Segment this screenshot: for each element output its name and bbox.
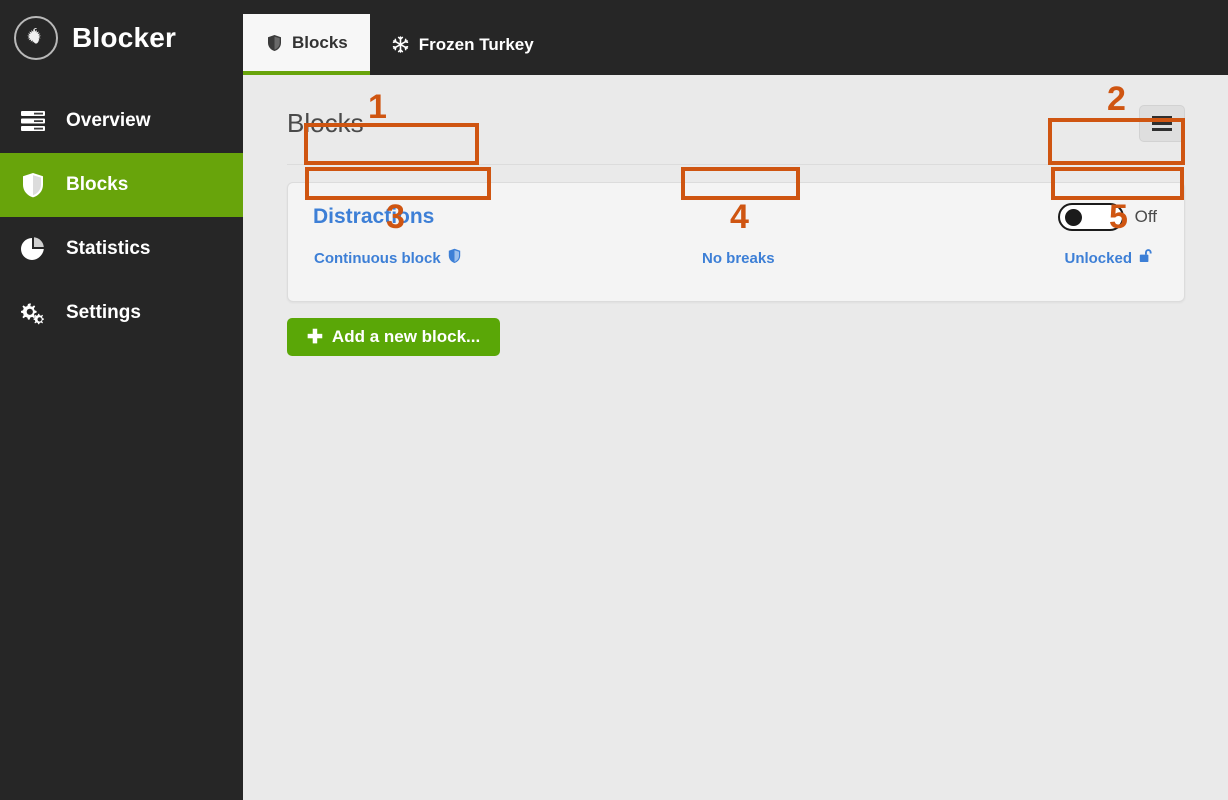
sidebar-item-label: Statistics [66, 238, 151, 259]
sidebar-item-overview[interactable]: Overview [0, 89, 243, 153]
brand-name: Blocker [72, 21, 177, 53]
block-name-link[interactable]: Distractions [313, 205, 434, 229]
add-block-button[interactable]: ✚ Add a new block... [287, 318, 501, 356]
breaks-link[interactable]: No breaks [702, 250, 775, 267]
sidebar-item-label: Settings [66, 302, 141, 323]
sidebar-item-blocks[interactable]: Blocks [0, 153, 243, 217]
brand: Blocker [0, 0, 243, 75]
list-lines-icon [18, 106, 48, 136]
lock-link[interactable]: Unlocked [1064, 248, 1156, 268]
block-card: Distractions Off Continuous block No bre… [287, 182, 1185, 302]
hamburger-icon[interactable] [1139, 105, 1185, 142]
tab-label: Blocks [292, 32, 348, 52]
pie-chart-icon [18, 234, 48, 264]
shield-icon [265, 33, 283, 53]
sidebar-nav: Overview Blocks Statistics Settings [0, 89, 243, 345]
block-card-bottom-row: Continuous block No breaks Unlocked [288, 241, 1184, 275]
lock-label: Unlocked [1064, 249, 1132, 267]
sidebar-item-label: Overview [66, 110, 151, 131]
page-header: Blocks [287, 105, 1185, 165]
tab-label: Frozen Turkey [418, 34, 534, 54]
tab-bar: Blocks Frozen Turkey [243, 0, 1228, 75]
main-area: Blocks Frozen Turkey Blocks Distractions… [243, 0, 1228, 800]
snowflake-icon [392, 35, 410, 55]
add-block-label: Add a new block... [331, 327, 481, 346]
blocker-app-window: Blocker Overview Blocks Statistics Setti… [0, 0, 1228, 800]
hamburger-bars [1152, 116, 1172, 131]
turkey-emblem-icon [14, 15, 58, 60]
sidebar: Blocker Overview Blocks Statistics Setti… [0, 0, 243, 800]
schedule-label: Continuous block [314, 249, 441, 267]
sidebar-item-label: Blocks [66, 174, 129, 195]
sidebar-item-statistics[interactable]: Statistics [0, 217, 243, 281]
tab-frozen-turkey[interactable]: Frozen Turkey [370, 14, 556, 75]
schedule-link[interactable]: Continuous block [314, 248, 461, 268]
tab-blocks[interactable]: Blocks [243, 14, 370, 75]
shield-icon [18, 170, 48, 200]
toggle-state-label: Off [1134, 207, 1157, 226]
block-card-top-row: Distractions Off [288, 199, 1184, 235]
block-enable-toggle-group: Off [1057, 203, 1157, 231]
unlock-icon [1139, 248, 1156, 268]
gears-icon [18, 298, 48, 328]
content-panel: Blocks Distractions Off Continuous block… [243, 75, 1228, 800]
toggle-knob [1064, 209, 1082, 226]
enable-toggle[interactable] [1057, 203, 1124, 231]
shield-icon [448, 248, 461, 268]
sidebar-item-settings[interactable]: Settings [0, 281, 243, 345]
plus-icon: ✚ [307, 326, 323, 348]
page-title: Blocks [287, 108, 364, 138]
